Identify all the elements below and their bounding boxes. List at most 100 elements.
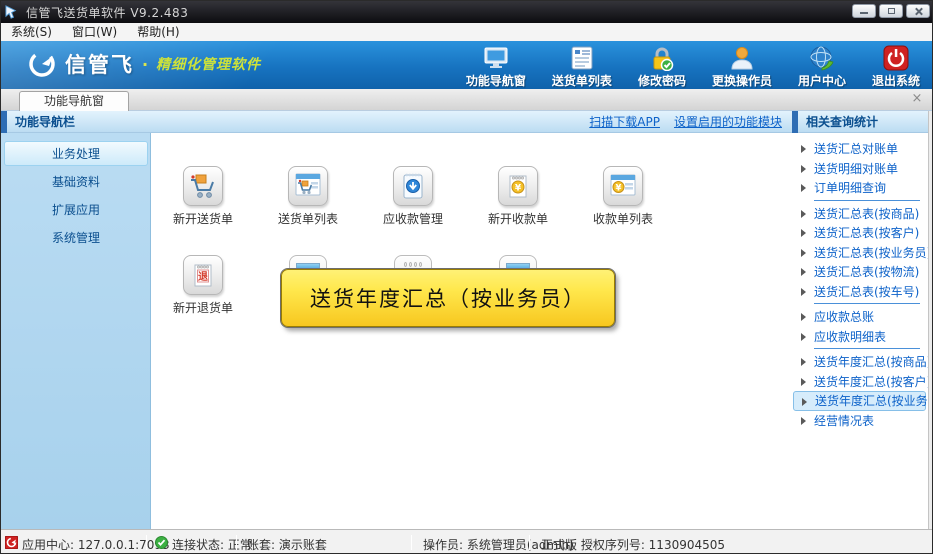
lock-icon xyxy=(649,45,675,71)
report-link-summary-by-customer[interactable]: 送货汇总表(按客户) xyxy=(792,223,928,243)
triangle-icon xyxy=(801,313,806,321)
monitor-icon xyxy=(483,45,509,71)
restore-button[interactable] xyxy=(879,4,903,18)
scan-download-app-link[interactable]: 扫描下载APP xyxy=(589,111,660,133)
nav-item-business[interactable]: 业务处理 xyxy=(4,141,148,166)
tab-strip: 功能导航窗 × xyxy=(1,89,933,111)
right-panel-header: 相关查询统计 xyxy=(792,111,933,133)
report-link-receivables-detail[interactable]: 应收款明细表 xyxy=(792,327,928,347)
window-title: 信管飞送货单软件 V9.2.483 xyxy=(26,4,188,21)
left-panel-title: 功能导航栏 xyxy=(15,111,75,133)
menu-system[interactable]: 系统(S) xyxy=(1,23,62,41)
status-app-center: 应用中心: 127.0.0.1:7093 xyxy=(22,536,170,553)
right-panel-title: 相关查询统计 xyxy=(806,111,878,133)
status-connection: 连接状态: 正常 xyxy=(172,536,252,553)
status-separator xyxy=(146,535,147,550)
shortcut-label: 新开收款单 xyxy=(478,210,558,227)
close-icon xyxy=(914,7,923,16)
nav-item-system-mgmt[interactable]: 系统管理 xyxy=(4,226,148,251)
triangle-icon xyxy=(801,333,806,341)
shortcut-receivables-mgmt[interactable]: 应收款管理 xyxy=(373,166,453,227)
brand-name: 信管飞 xyxy=(65,49,134,79)
user-center-button[interactable]: 用户中心 xyxy=(792,44,852,89)
report-link-business-status[interactable]: 经营情况表 xyxy=(792,411,928,431)
receipt-list-icon: ¥ xyxy=(603,166,643,206)
status-license: 正式版 授权序列号: 1130904505 xyxy=(541,536,725,553)
triangle-icon xyxy=(801,378,806,386)
app-window: 信管飞送货单软件 V9.2.483 系统(S) 窗口(W) 帮助(H) 信管飞 … xyxy=(0,0,933,554)
triangle-icon xyxy=(801,184,806,192)
svg-text:¥: ¥ xyxy=(515,184,522,194)
shortcut-label: 送货单列表 xyxy=(268,210,348,227)
tab-close-icon[interactable]: × xyxy=(910,92,924,106)
report-link-annual-summary-by-customer[interactable]: 送货年度汇总(按客户) xyxy=(792,372,928,392)
switch-operator-button[interactable]: 更换操作员 xyxy=(706,44,778,89)
delivery-list-button[interactable]: 送货单列表 xyxy=(546,44,618,89)
main-panel: 新开送货单 送货单列表 xyxy=(151,133,792,529)
triangle-icon xyxy=(801,165,806,173)
triangle-icon xyxy=(801,358,806,366)
triangle-icon xyxy=(801,229,806,237)
receipt-icon xyxy=(402,262,424,268)
shortcut-new-return-note[interactable]: 退 新开退货单 xyxy=(163,255,243,316)
nav-item-basic-data[interactable]: 基础资料 xyxy=(4,170,148,195)
triangle-icon xyxy=(802,398,807,406)
cart-new-icon xyxy=(183,166,223,206)
triangle-icon xyxy=(801,249,806,257)
menu-bar: 系统(S) 窗口(W) 帮助(H) xyxy=(1,23,933,41)
minimize-button[interactable] xyxy=(852,4,876,18)
status-separator xyxy=(236,535,237,550)
app-logo-icon xyxy=(5,5,20,20)
status-account: 账套: 演示账套 xyxy=(247,536,327,553)
left-nav-panel: 业务处理 基础资料 扩展应用 系统管理 xyxy=(1,133,151,529)
menu-window[interactable]: 窗口(W) xyxy=(62,23,127,41)
accent-bar xyxy=(1,111,7,133)
report-link-summary-by-logistics[interactable]: 送货汇总表(按物流) xyxy=(792,262,928,282)
tab-nav-window[interactable]: 功能导航窗 xyxy=(19,91,129,111)
configure-modules-link[interactable]: 设置启用的功能模块 xyxy=(674,111,782,133)
shortcut-label: 新开送货单 xyxy=(163,210,243,227)
report-link-receivables-ledger[interactable]: 应收款总账 xyxy=(792,307,928,327)
change-password-button[interactable]: 修改密码 xyxy=(632,44,692,89)
power-icon xyxy=(883,45,909,71)
report-link-delivery-detail-statement[interactable]: 送货明细对账单 xyxy=(792,159,928,179)
triangle-icon xyxy=(801,145,806,153)
divider xyxy=(814,303,920,304)
report-link-annual-summary-by-product[interactable]: 送货年度汇总(按商品) xyxy=(792,352,928,372)
report-link-summary-by-vehicle[interactable]: 送货汇总表(按车号) xyxy=(792,282,928,302)
exit-system-button[interactable]: 退出系统 xyxy=(866,44,926,89)
report-link-summary-by-product[interactable]: 送货汇总表(按商品) xyxy=(792,204,928,224)
nav-window-button[interactable]: 功能导航窗 xyxy=(460,44,532,89)
header-toolbar: 功能导航窗 送货单列表 xyxy=(460,44,926,88)
triangle-icon xyxy=(801,288,806,296)
receipt-new-icon: ¥ xyxy=(498,166,538,206)
minimize-icon xyxy=(860,12,868,14)
report-link-summary-by-salesman[interactable]: 送货汇总表(按业务员) xyxy=(792,243,928,263)
nav-item-extensions[interactable]: 扩展应用 xyxy=(4,198,148,223)
related-reports-panel: 送货汇总对账单 送货明细对账单 订单明细查询 送货汇总表(按商品) 送货汇总表(… xyxy=(792,133,928,529)
cart-list-icon xyxy=(288,166,328,206)
report-link-annual-summary-by-salesman[interactable]: 送货年度汇总(按业务员) xyxy=(793,391,926,411)
shortcut-receipt-list[interactable]: ¥ 收款单列表 xyxy=(583,166,663,227)
connection-ok-icon xyxy=(155,536,168,549)
brand-tagline: 精细化管理软件 xyxy=(156,54,261,74)
shortcut-new-receipt[interactable]: ¥ 新开收款单 xyxy=(478,166,558,227)
status-bar: 应用中心: 127.0.0.1:7093 连接状态: 正常 账套: 演示账套 操… xyxy=(1,529,933,554)
shortcut-delivery-note-list[interactable]: 送货单列表 xyxy=(268,166,348,227)
close-button[interactable] xyxy=(906,4,930,18)
receivables-icon xyxy=(393,166,433,206)
brand-separator: · xyxy=(142,55,148,74)
left-panel-header: 功能导航栏 xyxy=(1,111,151,133)
shortcut-label: 应收款管理 xyxy=(373,210,453,227)
report-link-order-detail-query[interactable]: 订单明细查询 xyxy=(792,178,928,198)
shortcut-new-delivery-note[interactable]: 新开送货单 xyxy=(163,166,243,227)
header-band: 信管飞 · 精细化管理软件 功能导航窗 xyxy=(1,41,933,89)
return-receipt-icon: 退 xyxy=(183,255,223,295)
accent-bar xyxy=(792,111,798,133)
menu-help[interactable]: 帮助(H) xyxy=(127,23,189,41)
window-controls xyxy=(852,4,930,18)
list-icon xyxy=(569,45,595,71)
app-center-icon xyxy=(5,536,18,549)
report-link-delivery-summary-statement[interactable]: 送货汇总对账单 xyxy=(792,139,928,159)
tooltip-delivery-annual-summary: 送货年度汇总（按业务员） xyxy=(281,269,615,327)
